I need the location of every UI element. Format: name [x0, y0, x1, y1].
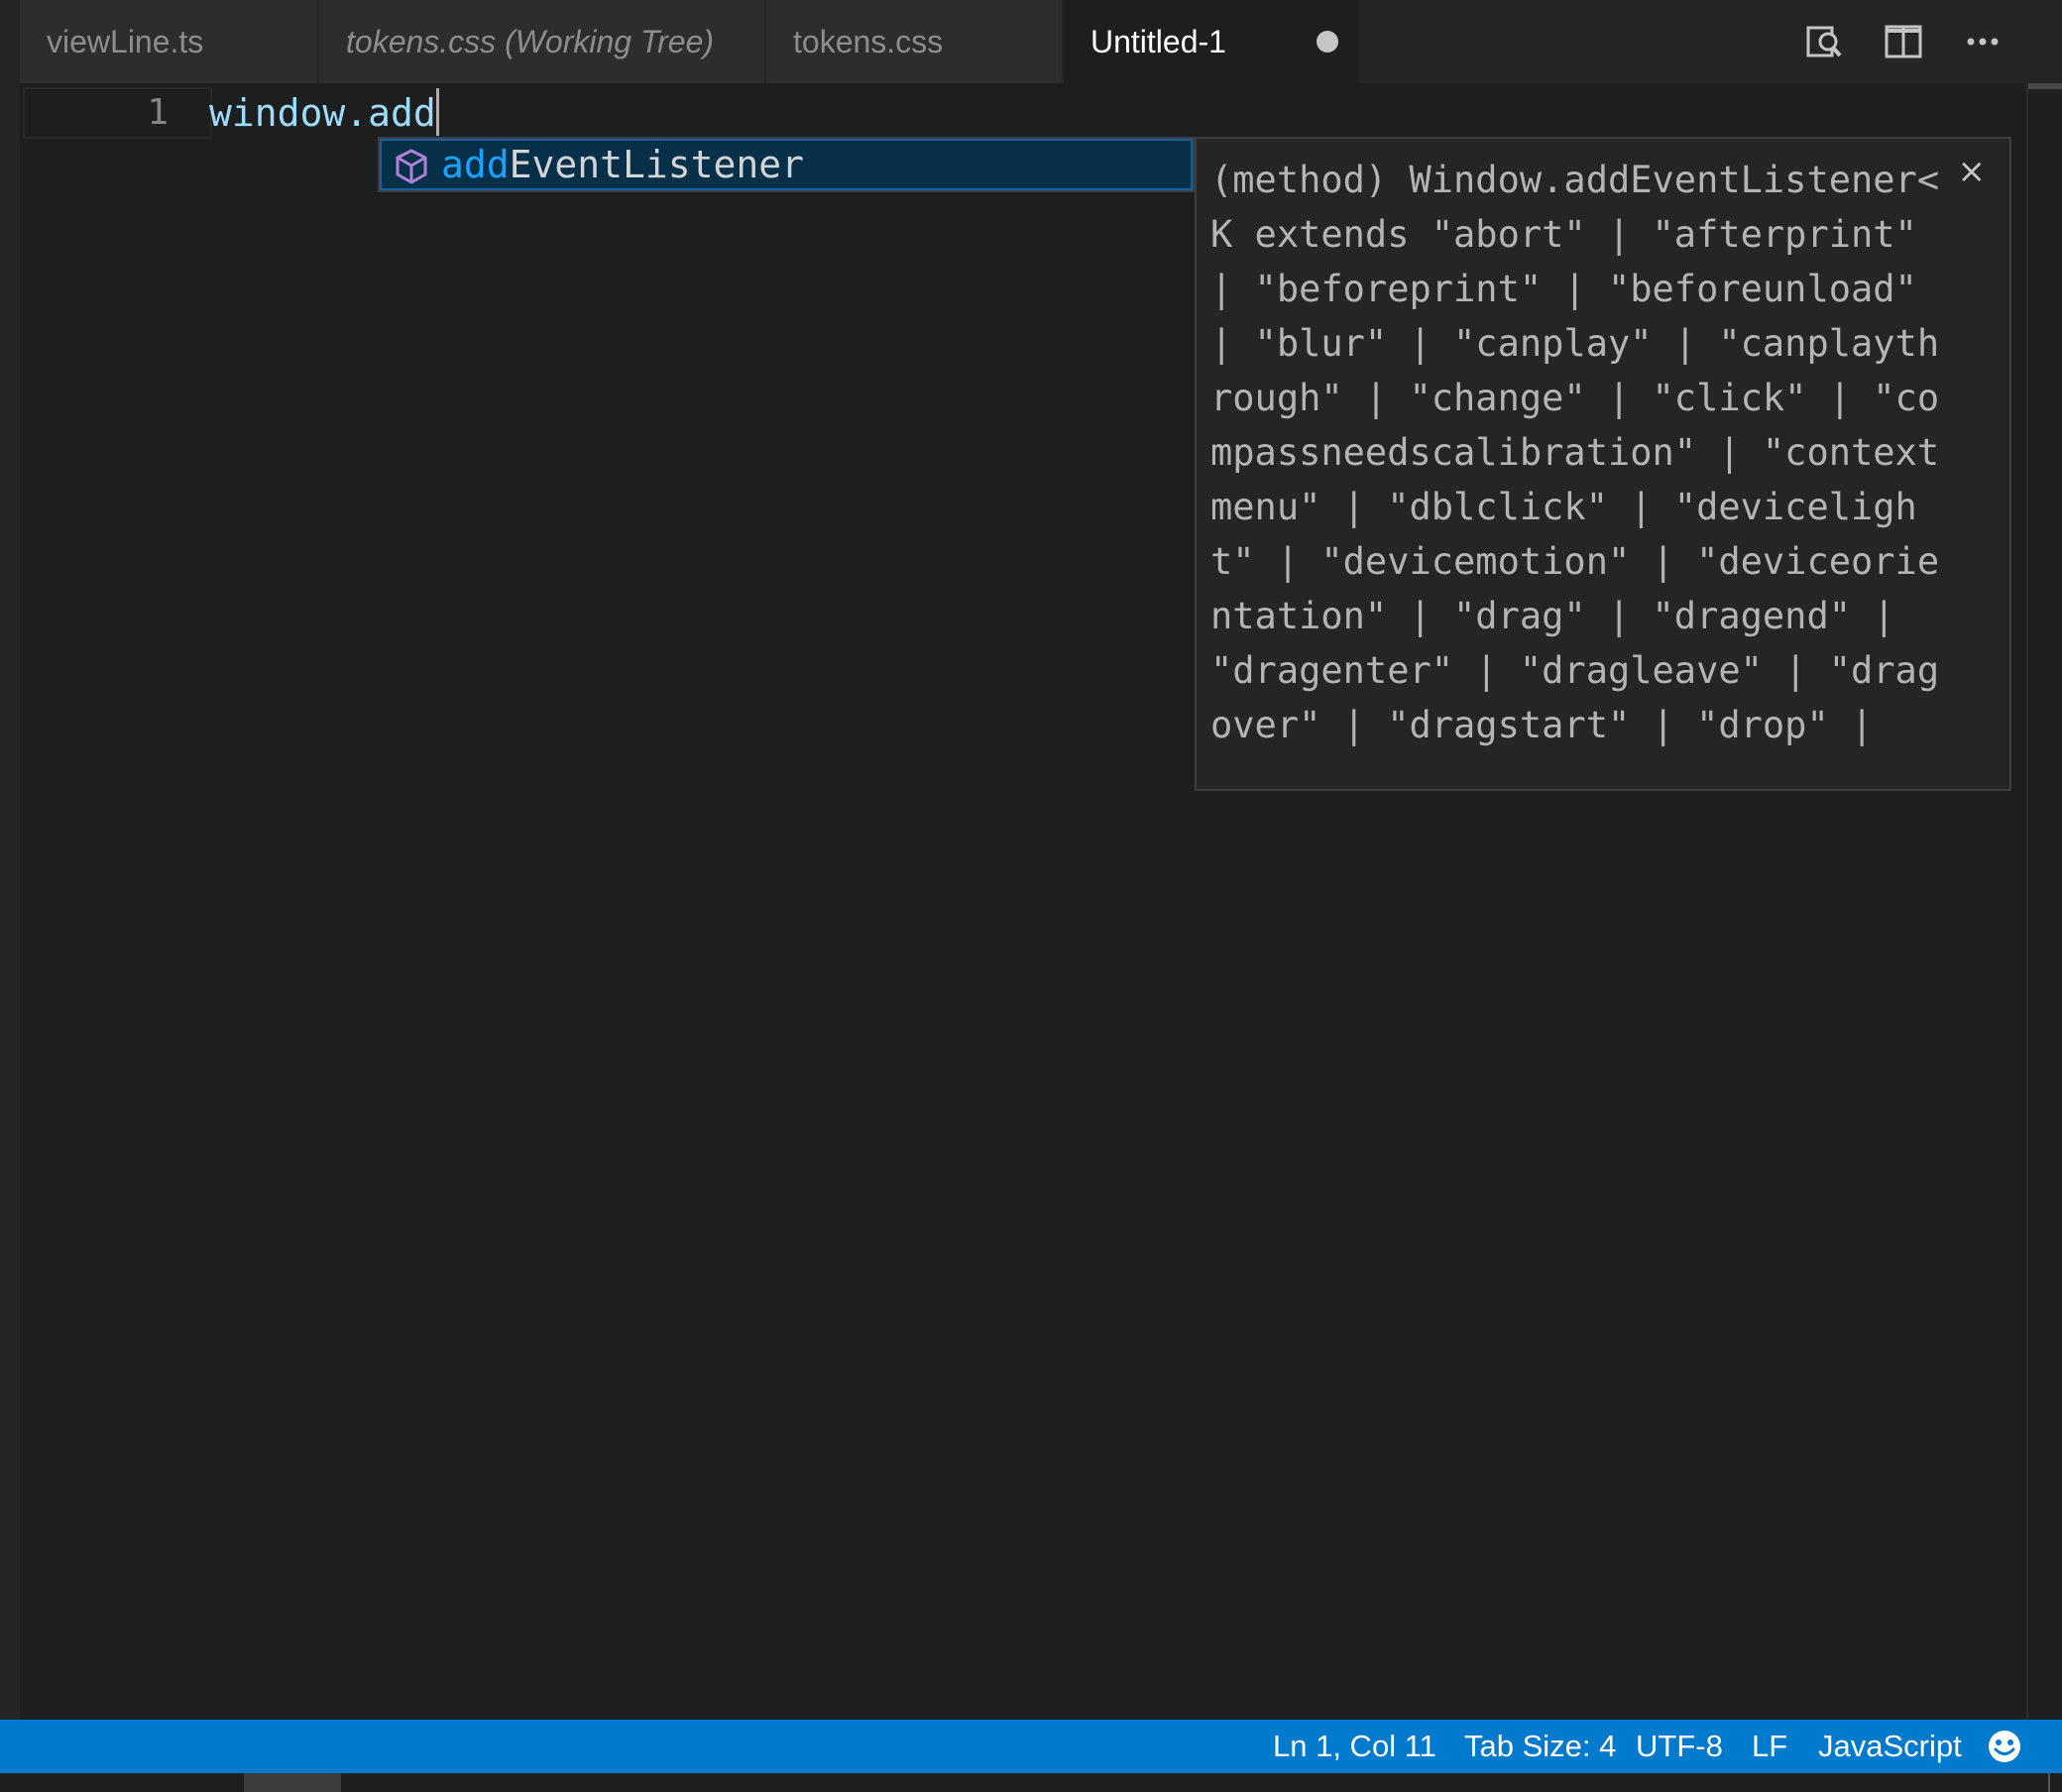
tab-tokens-css-working-tree[interactable]: tokens.css (Working Tree) [319, 0, 764, 83]
suggest-item-addeventlistener[interactable]: addEventListener [380, 139, 1193, 190]
suggest-details[interactable]: (method) Window.addEventListener<K exten… [1195, 137, 2011, 791]
divider [2048, 1773, 2050, 1792]
tab-viewline-ts[interactable]: viewLine.ts [20, 0, 317, 83]
status-encoding[interactable]: UTF-8 [1636, 1720, 1723, 1773]
status-bar: Ln 1, Col 11 Tab Size: 4 UTF-8 LF JavaSc… [0, 1720, 2062, 1773]
status-cursor-position[interactable]: Ln 1, Col 11 [1273, 1720, 1436, 1773]
status-eol[interactable]: LF [1752, 1720, 1787, 1773]
smiley-icon[interactable] [1987, 1729, 2022, 1764]
tab-label: tokens.css (Working Tree) [346, 24, 715, 59]
tab-label: tokens.css [793, 24, 944, 59]
taskbar-item [244, 1773, 341, 1792]
status-tab-size[interactable]: Tab Size: 4 [1464, 1720, 1616, 1773]
tab-label: Untitled-1 [1090, 24, 1226, 59]
sidebar-edge [0, 0, 20, 1720]
current-line-highlight [23, 87, 212, 139]
scrollbar-slider[interactable] [2028, 83, 2062, 89]
code-text: window.add [209, 91, 436, 135]
unsaved-dot-icon[interactable] [1317, 31, 1338, 53]
details-signature: (method) Window.addEventListener<K exten… [1210, 159, 1940, 746]
line-number: 1 [147, 92, 169, 133]
more-actions-icon[interactable] [1963, 22, 2003, 61]
suggest-rest: EventListener [509, 143, 805, 186]
split-editor-icon[interactable] [1884, 22, 1923, 61]
editor-actions [1804, 0, 2062, 83]
suggest-label: addEventListener [441, 141, 804, 188]
editor-tab-bar: viewLine.ts tokens.css (Working Tree) to… [20, 0, 2062, 83]
open-changes-icon[interactable] [1804, 22, 1844, 61]
overview-ruler-border [2026, 83, 2028, 1720]
method-cube-icon [396, 149, 427, 184]
status-language[interactable]: JavaScript [1818, 1720, 1962, 1773]
tab-untitled-1[interactable]: Untitled-1 [1064, 0, 1358, 83]
suggest-match: add [441, 143, 510, 186]
code-line[interactable]: window.add [209, 87, 439, 139]
tab-label: viewLine.ts [47, 24, 204, 59]
tab-tokens-css[interactable]: tokens.css [766, 0, 1062, 83]
close-icon[interactable]: × [1958, 155, 1987, 188]
suggest-widget: addEventListener [378, 137, 1195, 192]
text-cursor [435, 88, 439, 136]
